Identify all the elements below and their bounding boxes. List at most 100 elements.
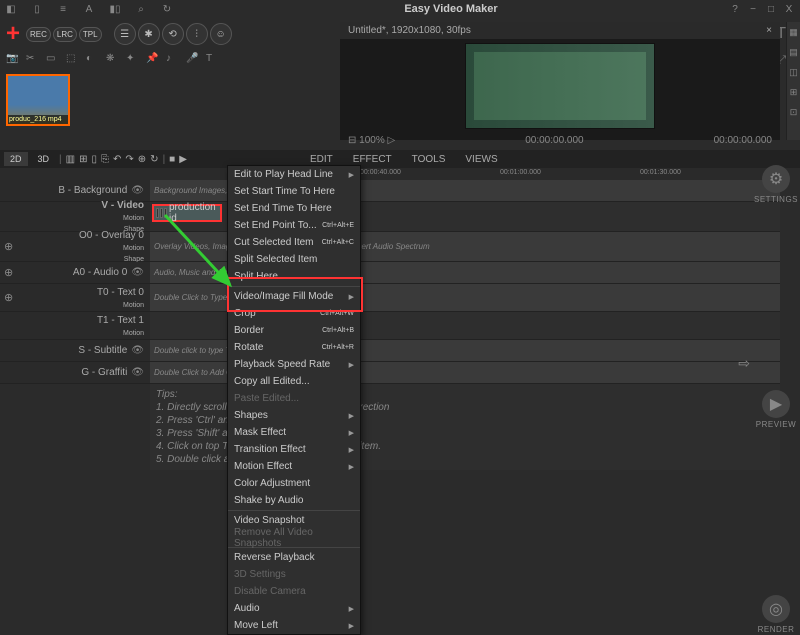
video-clip[interactable]: production id [152, 204, 222, 222]
menu-item-set-start-time-to-here[interactable]: Set Start Time To Here [228, 183, 360, 200]
menu-item-shapes[interactable]: Shapes▶ [228, 407, 360, 424]
rec-button[interactable]: REC [26, 27, 51, 42]
minimize-icon[interactable]: − [746, 2, 760, 16]
menu-item-transition-effect[interactable]: Transition Effect▶ [228, 441, 360, 458]
tool3-icon[interactable]: ◫ [787, 62, 800, 82]
pin-icon[interactable]: 📌 [146, 53, 160, 67]
menu-item-set-end-point-to-[interactable]: Set End Point To...Ctrl+Alt+E [228, 217, 360, 234]
a-icon[interactable]: A [82, 2, 96, 16]
hdr-icon6[interactable]: ↷ [125, 154, 133, 165]
menu-item-disable-camera: Disable Camera [228, 583, 360, 600]
hdr-icon4[interactable]: ⎘ [101, 154, 109, 165]
txt-icon[interactable]: T [206, 53, 220, 67]
cut-icon[interactable]: ✂ [26, 53, 40, 67]
track-background: B - Background👁 Background Images, Video… [0, 180, 780, 202]
columns-icon[interactable]: ▮▯ [108, 2, 122, 16]
lrc-button[interactable]: LRC [53, 27, 77, 42]
hdr-stop-icon[interactable]: ■ [169, 154, 175, 165]
leaf-icon[interactable]: ❋ [106, 53, 120, 67]
menu-views[interactable]: VIEWS [465, 154, 497, 165]
mic-icon[interactable]: 🎤 [186, 53, 200, 67]
track-video: V - Video Motion Shape production id [0, 202, 780, 232]
menu-item-border[interactable]: BorderCtrl+Alt+B [228, 322, 360, 339]
list-tool-icon[interactable]: ☰ [114, 23, 136, 45]
eye-icon[interactable]: 👁 [131, 367, 144, 378]
eye-icon[interactable]: 👁 [131, 267, 144, 278]
menu-effect[interactable]: EFFECT [353, 154, 392, 165]
tool4-icon[interactable]: ⊞ [787, 82, 800, 102]
hdr-icon5[interactable]: ↶ [113, 154, 121, 165]
track-graffiti: G - Graffiti👁 Double Click to Add Gr... [0, 362, 780, 384]
hdr-icon8[interactable]: ↻ [150, 154, 158, 165]
menu-item-shake-by-audio[interactable]: Shake by Audio [228, 492, 360, 509]
eye-icon[interactable]: 👁 [131, 345, 144, 356]
hdr-icon2[interactable]: ⊞ [79, 154, 87, 165]
crop2-icon[interactable]: ⬚ [66, 53, 80, 67]
menu-item-split-here[interactable]: Split Here [228, 268, 360, 285]
menu-item-mask-effect[interactable]: Mask Effect▶ [228, 424, 360, 441]
tool1-icon[interactable]: ▦ [787, 22, 800, 42]
add-track-icon[interactable]: ⊕ [4, 291, 13, 304]
close-icon[interactable]: X [782, 2, 796, 16]
slider-tool-icon[interactable]: ⫶ [186, 23, 208, 45]
link-tool-icon[interactable]: ⟲ [162, 23, 184, 45]
menu-item-color-adjustment[interactable]: Color Adjustment [228, 475, 360, 492]
menu-tools[interactable]: TOOLS [412, 154, 446, 165]
menu-item-motion-effect[interactable]: Motion Effect▶ [228, 458, 360, 475]
forward-icon[interactable]: ⇨ [738, 355, 750, 372]
menu-item-audio[interactable]: Audio▶ [228, 600, 360, 617]
maximize-icon[interactable]: □ [764, 2, 778, 16]
add-track-icon[interactable]: ⊕ [4, 240, 13, 253]
add-button[interactable]: + [6, 20, 20, 48]
menu-item-rotate[interactable]: RotateCtrl+Alt+R [228, 339, 360, 356]
menu-item-remove-all-video-snapshots: Remove All Video Snapshots [228, 529, 360, 546]
gear-tool-icon[interactable]: ✱ [138, 23, 160, 45]
tab-2d[interactable]: 2D [4, 152, 28, 166]
preview-panel: Untitled*, 1920x1080, 30fps× ⊟ 100% ▷ 00… [340, 22, 780, 140]
menu-item-paste-edited-: Paste Edited... [228, 390, 360, 407]
person-tool-icon[interactable]: ☺ [210, 23, 232, 45]
preview-video[interactable] [465, 43, 655, 129]
refresh-icon[interactable]: ↻ [160, 2, 174, 16]
menu-item-edit-to-play-head-line[interactable]: Edit to Play Head Line▶ [228, 166, 360, 183]
hdr-play-icon[interactable]: ▶ [179, 154, 187, 165]
preview-close-icon[interactable]: × [766, 25, 772, 36]
tpl-button[interactable]: TPL [79, 27, 102, 42]
filter-icon[interactable]: ◐ [86, 53, 100, 67]
eye-icon[interactable]: 👁 [131, 185, 144, 196]
hdr-icon7[interactable]: ⊕ [138, 154, 146, 165]
tool2-icon[interactable]: ▤ [787, 42, 800, 62]
help-icon[interactable]: ? [728, 2, 742, 16]
play-icon[interactable]: ▷ [388, 135, 396, 146]
timeline-header: 2D 3D | ▥ ⊞ ▯ ⎘ ↶ ↷ ⊕ ↻ | ■ ▶ EDIT EFFEC… [0, 150, 800, 168]
menu-item-playback-speed-rate[interactable]: Playback Speed Rate▶ [228, 356, 360, 373]
menu-item-set-end-time-to-here[interactable]: Set End Time To Here [228, 200, 360, 217]
list-icon[interactable]: ≡ [56, 2, 70, 16]
media-thumbnail[interactable]: produc_216 mp4 [6, 74, 70, 126]
render-button[interactable]: ◎ RENDER [758, 595, 795, 634]
zoom-out-icon[interactable]: ⊟ [348, 135, 356, 146]
menu-item-cut-selected-item[interactable]: Cut Selected ItemCtrl+Alt+C [228, 234, 360, 251]
add-track-icon[interactable]: ⊕ [4, 266, 13, 279]
timeline-tracks: 00:00:30.000 00:00:40.000 00:01:00.000 0… [0, 168, 780, 566]
menu-edit[interactable]: EDIT [310, 154, 333, 165]
menu-item-reverse-playback[interactable]: Reverse Playback [228, 549, 360, 566]
image-icon[interactable]: ▭ [46, 53, 60, 67]
menu-item-move-left[interactable]: Move Left▶ [228, 617, 360, 634]
music-icon[interactable]: ♪ [166, 53, 180, 67]
menu-item-video-image-fill-mode[interactable]: Video/Image Fill Mode▶ [228, 288, 360, 305]
tab-3d[interactable]: 3D [32, 152, 56, 166]
menu-item-copy-all-edited-[interactable]: Copy all Edited... [228, 373, 360, 390]
book-icon[interactable]: ▯ [30, 2, 44, 16]
tool5-icon[interactable]: ⊡ [787, 102, 800, 122]
hdr-icon1[interactable]: ▥ [66, 154, 75, 165]
hdr-icon3[interactable]: ▯ [91, 154, 97, 165]
settings-button[interactable]: ⚙ SETTINGS [754, 165, 798, 204]
search-icon[interactable]: ⌕ [134, 2, 148, 16]
preview-button[interactable]: ▶ PREVIEW [756, 390, 796, 429]
menu-item-crop[interactable]: CropCtrl+Alt+W [228, 305, 360, 322]
menu-item-split-selected-item[interactable]: Split Selected Item [228, 251, 360, 268]
sparkle-icon[interactable]: ✦ [126, 53, 140, 67]
time-right: 00:00:00.000 [714, 135, 772, 146]
camera-icon[interactable]: 📷 [6, 53, 20, 67]
